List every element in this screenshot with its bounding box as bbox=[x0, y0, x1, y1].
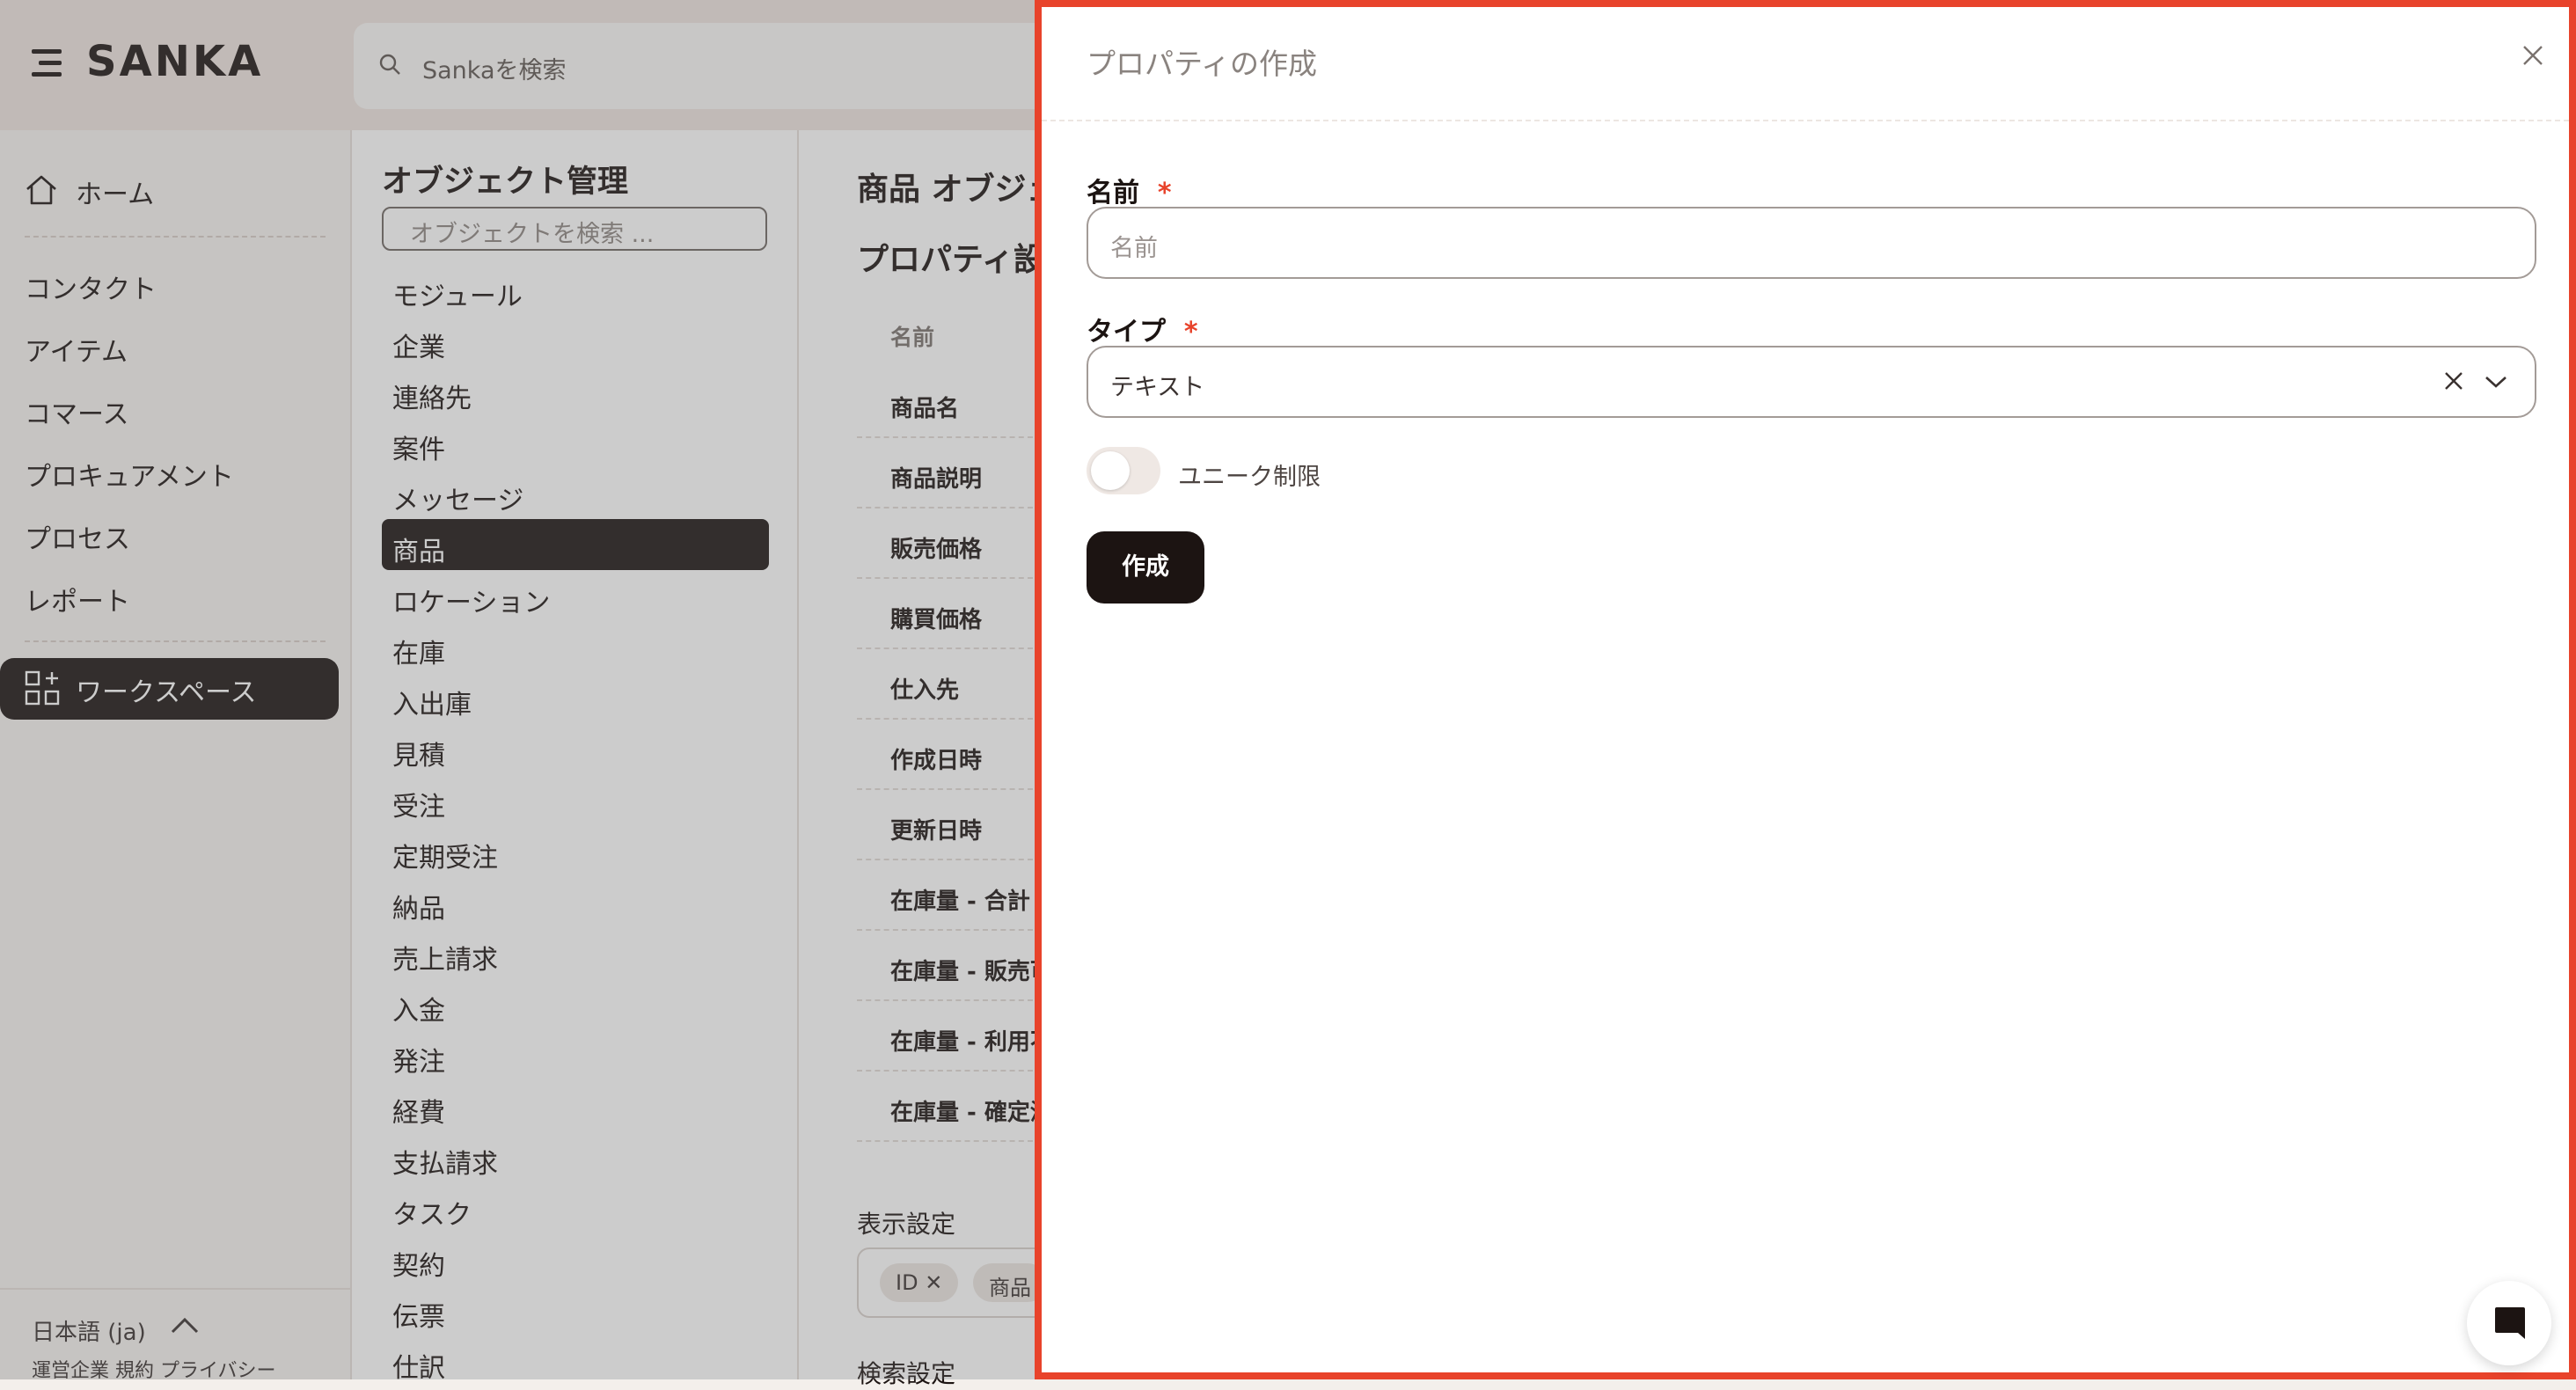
toggle-knob bbox=[1091, 451, 1130, 490]
name-input[interactable] bbox=[1087, 207, 2536, 279]
drawer-title: プロパティの作成 bbox=[1087, 47, 1318, 81]
type-select-value: テキスト bbox=[1110, 374, 1205, 401]
chat-icon bbox=[2495, 1307, 2525, 1339]
create-button[interactable]: 作成 bbox=[1087, 531, 1204, 604]
required-mark: * bbox=[1157, 178, 1172, 208]
type-select[interactable] bbox=[1087, 346, 2536, 418]
modal-backdrop[interactable] bbox=[0, 0, 1035, 1379]
name-field-label: 名前 * bbox=[1087, 178, 1172, 208]
chevron-down-icon[interactable] bbox=[2483, 373, 2509, 391]
name-input-placeholder: 名前 bbox=[1110, 235, 1158, 262]
required-mark: * bbox=[1183, 317, 1198, 348]
drawer-divider bbox=[1042, 120, 2569, 121]
close-icon[interactable] bbox=[2521, 44, 2544, 67]
unique-toggle-label: ユニーク制限 bbox=[1178, 464, 1321, 491]
clear-icon[interactable] bbox=[2442, 369, 2465, 392]
type-field-label: タイプ * bbox=[1087, 317, 1198, 348]
